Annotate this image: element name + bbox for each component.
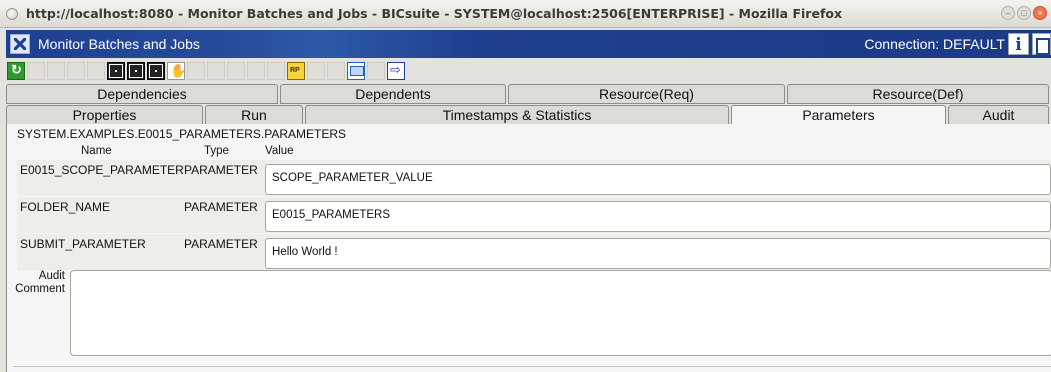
maximize-icon[interactable]: □: [1017, 6, 1031, 20]
back-icon: [27, 62, 45, 80]
window-title: http://localhost:8080 - Monitor Batches …: [26, 6, 843, 21]
parameter-type: PARAMETER: [184, 200, 258, 214]
arrow-icon[interactable]: [387, 62, 405, 80]
parameter-value-field[interactable]: SCOPE_PARAMETER_VALUE: [265, 164, 1051, 195]
connection-label: Connection: DEFAULT: [864, 36, 1005, 52]
kill-icon: [327, 62, 345, 80]
info-button[interactable]: i: [1008, 33, 1029, 55]
audit-comment-label: Audit Comment: [11, 270, 65, 296]
app-header: Monitor Batches and Jobs Connection: DEF…: [6, 30, 1051, 58]
tab-resource-req[interactable]: Resource(Req): [508, 84, 785, 104]
copy-icon: [367, 62, 385, 80]
parameter-type: PARAMETER: [184, 237, 258, 251]
parameters-panel: SYSTEM.EXAMPLES.E0015_PARAMETERS.PARAMET…: [6, 124, 1051, 372]
table-row: FOLDER_NAME PARAMETER E0015_PARAMETERS: [17, 196, 1051, 233]
window-title-bar: http://localhost:8080 - Monitor Batches …: [0, 0, 1051, 28]
tree-icon: [247, 62, 265, 80]
download-icon: [47, 62, 65, 80]
tab-audit[interactable]: Audit: [948, 105, 1049, 125]
column-header-type: Type: [204, 145, 229, 157]
edit-icon: [67, 62, 85, 80]
forward-icon: [267, 62, 285, 80]
parameter-type: PARAMETER: [184, 163, 258, 177]
stop-icon[interactable]: [167, 62, 186, 80]
toolbar: [6, 59, 1051, 83]
tab-timestamps-statistics[interactable]: Timestamps & Statistics: [305, 105, 729, 125]
grid-icon[interactable]: [147, 62, 165, 80]
parameter-name: E0015_SCOPE_PARAMETER: [20, 163, 184, 177]
audit-label-line-1: Audit: [38, 270, 65, 282]
tab-row-1: Dependencies Dependents Resource(Req) Re…: [6, 84, 1051, 105]
divider: [13, 366, 1051, 372]
message-icon[interactable]: [347, 62, 365, 80]
page-title: Monitor Batches and Jobs: [38, 36, 200, 52]
close-icon[interactable]: ×: [1033, 6, 1047, 20]
hand-icon: [187, 62, 205, 80]
parameter-value-field[interactable]: Hello World !: [265, 238, 1051, 269]
cancel-icon: [307, 62, 325, 80]
tool-icon: [227, 62, 245, 80]
breadcrumb: SYSTEM.EXAMPLES.E0015_PARAMETERS.PARAMET…: [17, 127, 346, 141]
restart-icon[interactable]: [287, 62, 305, 80]
refresh-icon[interactable]: [7, 62, 25, 80]
tab-run[interactable]: Run: [205, 105, 303, 125]
text-icon: [87, 62, 105, 80]
parameters-table: Name Type Value E0015_SCOPE_PARAMETER PA…: [17, 145, 1051, 270]
run-icon: [207, 62, 225, 80]
grid-icon[interactable]: [127, 62, 145, 80]
parameter-value-field[interactable]: E0015_PARAMETERS: [265, 201, 1051, 232]
minimize-icon[interactable]: –: [1001, 6, 1015, 20]
audit-label-line-2: Comment: [15, 283, 65, 295]
window-menu-icon[interactable]: [6, 7, 18, 20]
tab-dependents[interactable]: Dependents: [280, 84, 506, 104]
tab-resource-def[interactable]: Resource(Def): [787, 84, 1049, 104]
parameter-name: FOLDER_NAME: [20, 200, 111, 214]
column-header-value: Value: [265, 145, 294, 157]
tab-parameters[interactable]: Parameters: [731, 105, 946, 125]
grid-icon[interactable]: [107, 62, 125, 80]
table-header: Name Type Value: [17, 145, 1051, 159]
tab-row-2: Properties Run Timestamps & Statistics P…: [6, 105, 1051, 126]
tab-dependencies[interactable]: Dependencies: [6, 84, 278, 104]
tab-properties[interactable]: Properties: [6, 105, 203, 125]
app-logo-icon: [10, 34, 30, 54]
window-controls: – □ ×: [1001, 6, 1047, 20]
column-header-name: Name: [81, 145, 112, 157]
home-button[interactable]: [1032, 33, 1051, 56]
table-row: SUBMIT_PARAMETER PARAMETER Hello World !: [17, 233, 1051, 270]
table-row: E0015_SCOPE_PARAMETER PARAMETER SCOPE_PA…: [17, 159, 1051, 196]
audit-comment-field[interactable]: [70, 270, 1051, 356]
parameter-name: SUBMIT_PARAMETER: [20, 237, 146, 251]
